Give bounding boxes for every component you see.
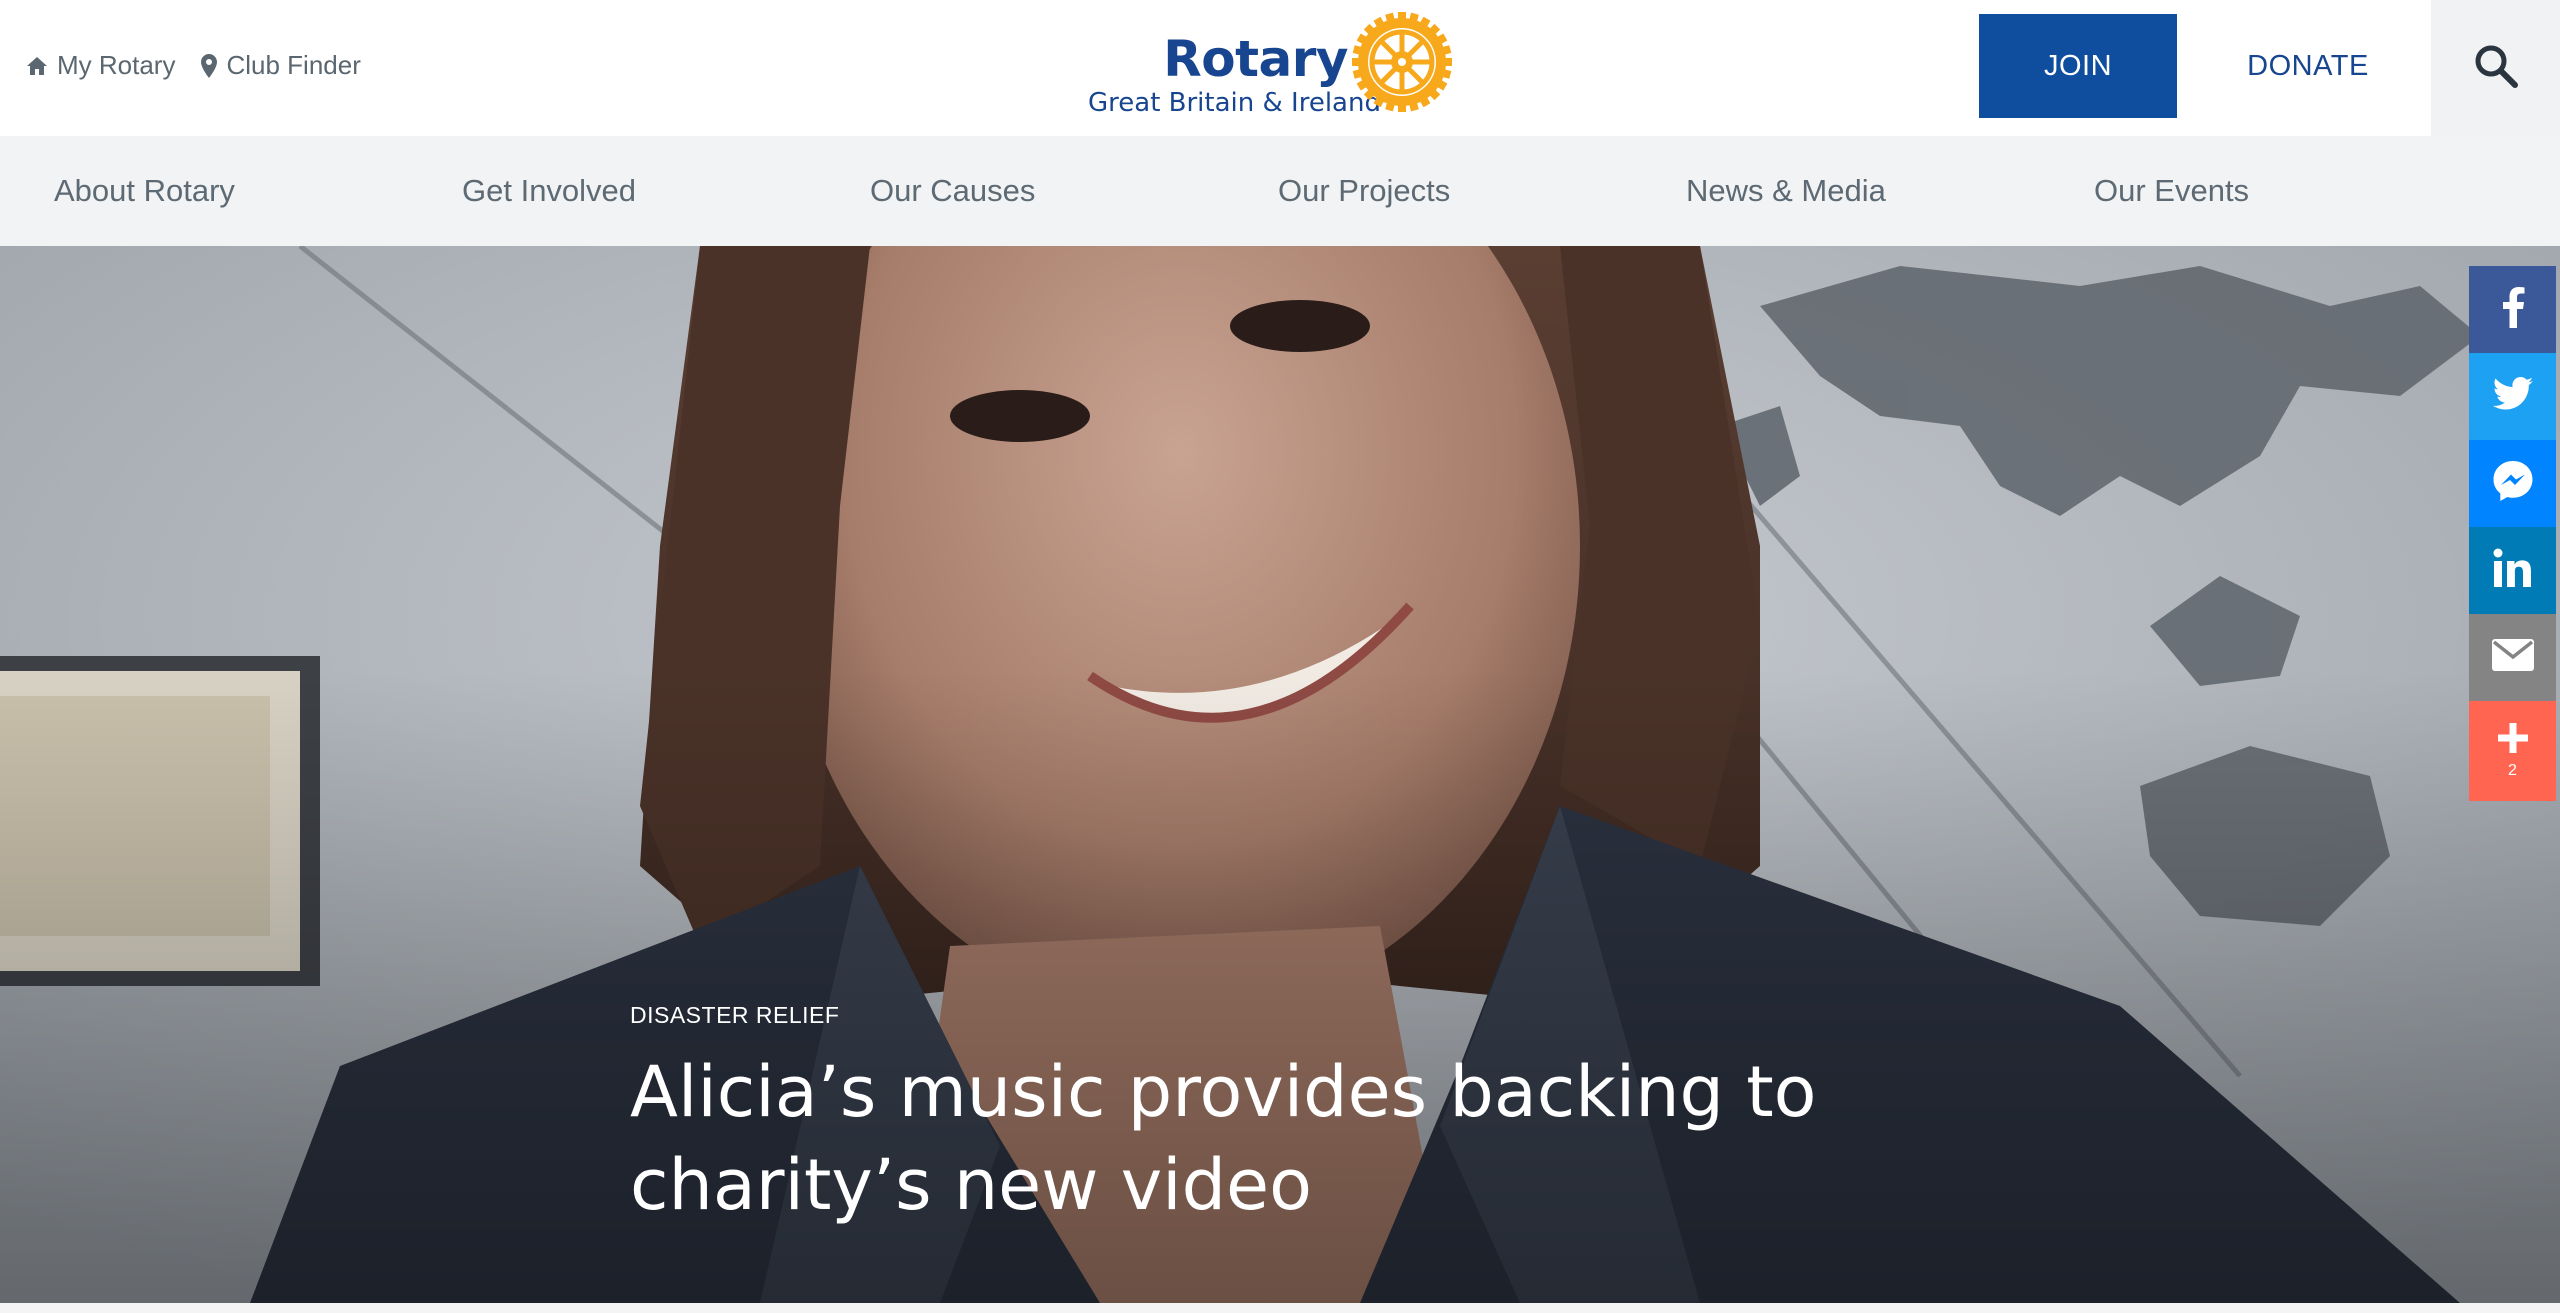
plus-icon xyxy=(2497,722,2528,758)
email-icon xyxy=(2491,639,2534,676)
share-linkedin-button[interactable] xyxy=(2469,527,2556,614)
home-icon xyxy=(26,56,48,76)
messenger-icon xyxy=(2492,460,2534,507)
linkedin-icon xyxy=(2493,548,2533,593)
nav-news-media[interactable]: News & Media xyxy=(1686,136,1886,246)
search-button[interactable] xyxy=(2431,0,2560,136)
my-rotary-link[interactable]: My Rotary xyxy=(26,50,175,81)
facebook-icon xyxy=(2501,286,2525,333)
share-facebook-button[interactable] xyxy=(2469,266,2556,353)
share-bar: 2 xyxy=(2469,266,2556,801)
nav-our-causes[interactable]: Our Causes xyxy=(870,136,1035,246)
rotary-logo[interactable]: Rotary Great Britain & Ireland xyxy=(1086,12,1456,122)
hero-banner[interactable]: DISASTER RELIEF Alicia’s music provides … xyxy=(0,246,2560,1303)
nav-our-projects[interactable]: Our Projects xyxy=(1278,136,1450,246)
share-twitter-button[interactable] xyxy=(2469,353,2556,440)
nav-about-rotary[interactable]: About Rotary xyxy=(54,136,235,246)
main-nav: About Rotary Get Involved Our Causes Our… xyxy=(0,136,2560,246)
my-rotary-label: My Rotary xyxy=(57,50,176,80)
club-finder-label: Club Finder xyxy=(226,50,361,80)
nav-get-involved[interactable]: Get Involved xyxy=(462,136,636,246)
share-email-button[interactable] xyxy=(2469,614,2556,701)
hero-title[interactable]: Alicia’s music provides backing to chari… xyxy=(630,1046,2130,1232)
share-messenger-button[interactable] xyxy=(2469,440,2556,527)
utility-links: My Rotary Club Finder xyxy=(26,50,361,81)
logo-wordmark: Rotary xyxy=(1163,30,1348,88)
search-icon xyxy=(2473,43,2519,94)
map-pin-icon xyxy=(201,53,218,78)
nav-our-events[interactable]: Our Events xyxy=(2094,136,2249,246)
logo-subtitle: Great Britain & Ireland xyxy=(1088,88,1381,118)
twitter-icon xyxy=(2492,377,2534,416)
hero-category[interactable]: DISASTER RELIEF xyxy=(630,1002,839,1029)
page-divider xyxy=(0,1303,2560,1313)
club-finder-link[interactable]: Club Finder xyxy=(201,50,361,81)
site-header: My Rotary Club Finder Rotary Great Brita… xyxy=(0,0,2560,136)
share-count: 2 xyxy=(2508,761,2517,779)
donate-button[interactable]: DONATE xyxy=(2177,14,2439,118)
rotary-wheel-icon xyxy=(1352,12,1452,112)
share-more-button[interactable]: 2 xyxy=(2469,701,2556,801)
join-button[interactable]: JOIN xyxy=(1979,14,2177,118)
